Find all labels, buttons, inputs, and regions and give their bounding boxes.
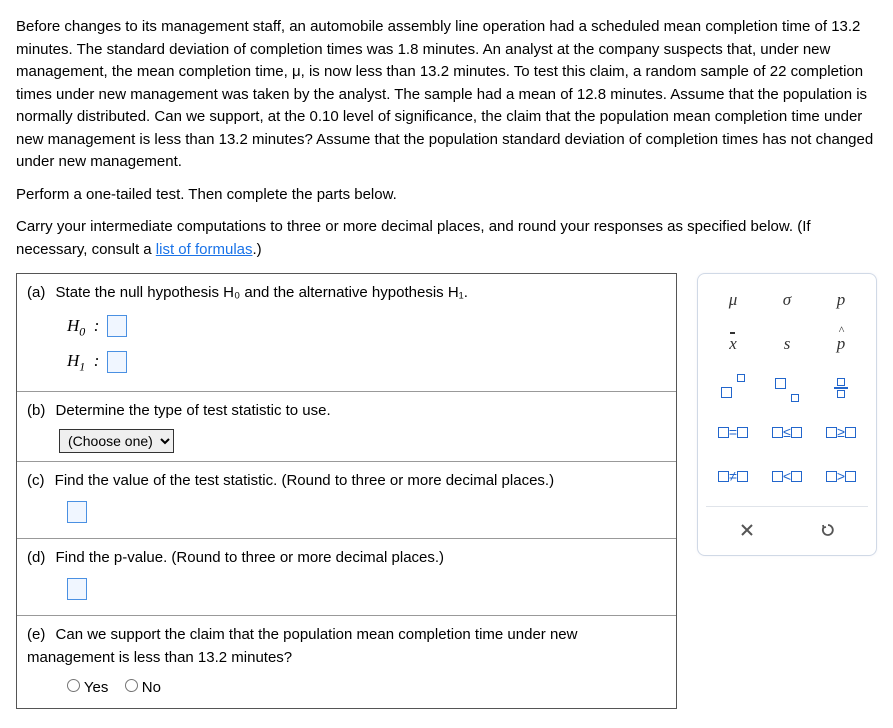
part-d-label: (d) — [27, 549, 45, 566]
h1-input[interactable] — [107, 351, 127, 373]
radio-yes[interactable] — [67, 679, 80, 692]
problem-paragraph-2: Perform a one-tailed test. Then complete… — [16, 184, 877, 207]
lt-glyph: < — [783, 466, 791, 487]
test-statistic-select[interactable]: (Choose one) — [59, 429, 174, 453]
pvalue-input[interactable] — [67, 578, 87, 600]
symbol-palette: μ σ p x s p = ≤ ≥ ≠ < > — [697, 273, 877, 556]
radio-yes-label[interactable]: Yes — [67, 679, 108, 696]
part-c-label: (c) — [27, 472, 45, 489]
yes-text: Yes — [84, 679, 108, 696]
test-statistic-input[interactable] — [67, 501, 87, 523]
radio-no-label[interactable]: No — [125, 679, 161, 696]
p3-suffix: .) — [253, 241, 262, 258]
symbol-phat[interactable]: p — [819, 330, 863, 358]
close-icon — [740, 523, 754, 537]
problem-paragraph-3: Carry your intermediate computations to … — [16, 216, 877, 261]
part-c-text: Find the value of the test statistic. (R… — [55, 472, 554, 489]
no-text: No — [142, 679, 161, 696]
h0-input[interactable] — [107, 315, 127, 337]
problem-paragraph-1: Before changes to its management staff, … — [16, 16, 877, 174]
clear-button[interactable] — [717, 517, 777, 543]
part-d-text: Find the p-value. (Round to three or mor… — [56, 549, 445, 566]
parts-table: (a) State the null hypothesis H₀ and the… — [16, 273, 677, 709]
h0-label: H0 : — [67, 313, 99, 340]
part-a-label: (a) — [27, 284, 45, 301]
symbol-mu[interactable]: μ — [711, 286, 755, 314]
symbol-s[interactable]: s — [765, 330, 809, 358]
part-e: (e) Can we support the claim that the po… — [17, 616, 676, 708]
symbol-p[interactable]: p — [819, 286, 863, 314]
symbol-eq[interactable]: = — [711, 418, 755, 446]
part-b-text: Determine the type of test statistic to … — [56, 402, 331, 419]
reset-icon — [820, 522, 836, 538]
part-b: (b) Determine the type of test statistic… — [17, 392, 676, 462]
part-c: (c) Find the value of the test statistic… — [17, 462, 676, 539]
part-d: (d) Find the p-value. (Round to three or… — [17, 539, 676, 616]
symbol-lt[interactable]: < — [765, 462, 809, 490]
ge-glyph: ≥ — [837, 422, 845, 443]
part-a-text: State the null hypothesis H₀ and the alt… — [56, 284, 468, 301]
formulas-link[interactable]: list of formulas — [156, 241, 253, 258]
le-glyph: ≤ — [783, 422, 791, 443]
eq-glyph: = — [729, 422, 737, 443]
symbol-subscript[interactable] — [765, 374, 809, 402]
reset-button[interactable] — [798, 517, 858, 543]
symbol-gt[interactable]: > — [819, 462, 863, 490]
part-b-label: (b) — [27, 402, 45, 419]
symbol-sigma[interactable]: σ — [765, 286, 809, 314]
part-a: (a) State the null hypothesis H₀ and the… — [17, 274, 676, 392]
symbol-ge[interactable]: ≥ — [819, 418, 863, 446]
gt-glyph: > — [837, 466, 845, 487]
symbol-fraction[interactable] — [819, 374, 863, 402]
symbol-exponent[interactable] — [711, 374, 755, 402]
h1-label: H1 : — [67, 348, 99, 375]
symbol-xbar[interactable]: x — [711, 330, 755, 358]
part-e-label: (e) — [27, 626, 45, 643]
symbol-ne[interactable]: ≠ — [711, 462, 755, 490]
radio-no[interactable] — [125, 679, 138, 692]
part-e-text: Can we support the claim that the popula… — [27, 626, 577, 666]
ne-glyph: ≠ — [729, 466, 737, 487]
p3-prefix: Carry your intermediate computations to … — [16, 218, 811, 258]
symbol-le[interactable]: ≤ — [765, 418, 809, 446]
